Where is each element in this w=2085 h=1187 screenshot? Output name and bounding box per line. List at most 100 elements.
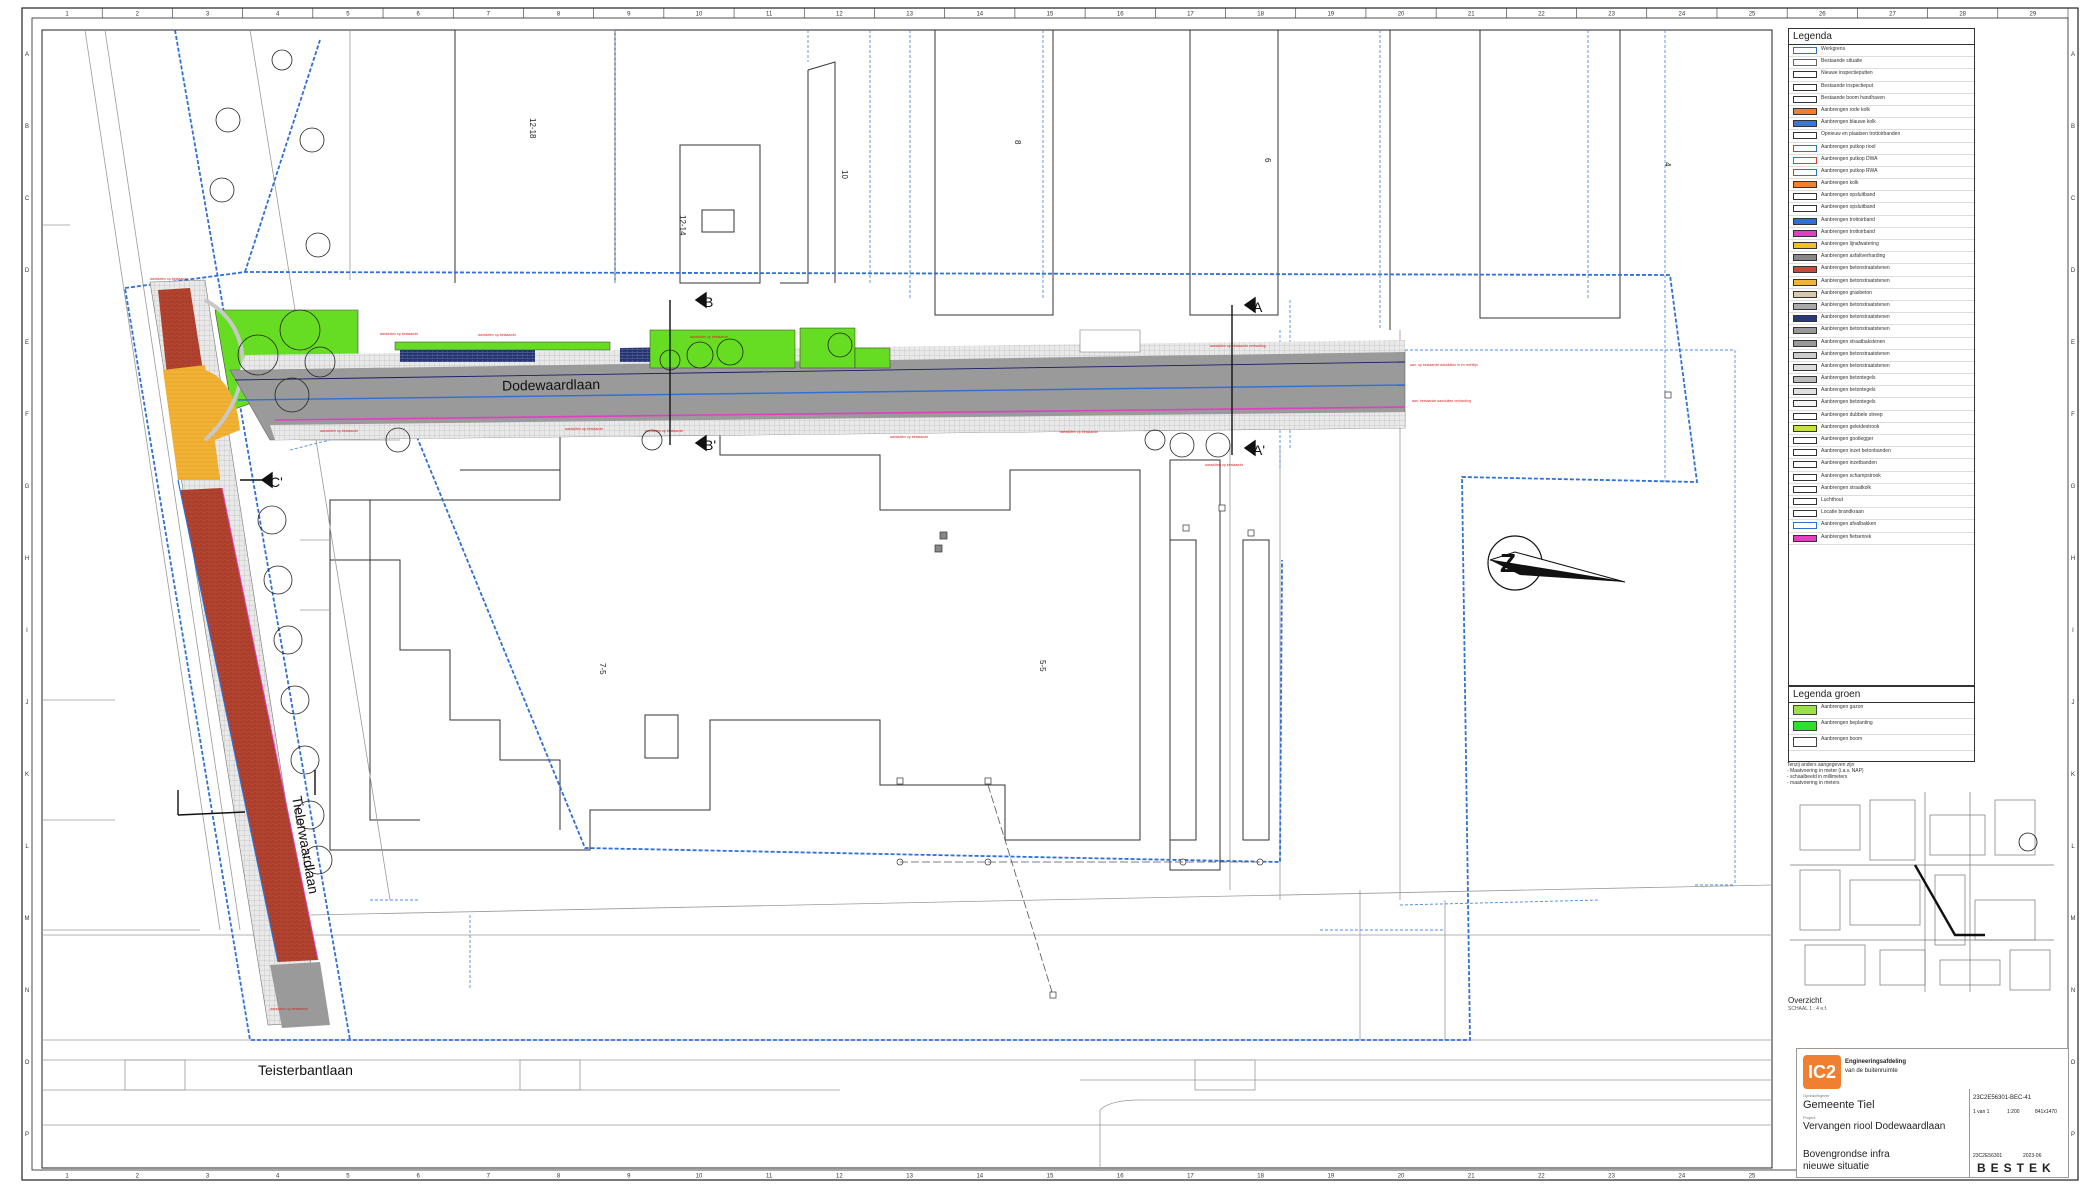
ruler-top-label: 8: [557, 1174, 561, 1180]
ruler-side-label: I: [26, 628, 28, 634]
legend-swatch: [1793, 437, 1817, 444]
svg-text:aansluiten op bestaande: aansluiten op bestaande: [690, 335, 728, 339]
legend-item-label: Aanbrengen opsluitband: [1821, 192, 1876, 199]
drawing-number: 23C2E56301-BEC-41: [1973, 1095, 2032, 1101]
legend-swatch: [1793, 327, 1817, 335]
legend-item: Opnieuw en plaatsen trottoirbanden: [1789, 130, 1974, 143]
legend-swatch: [1793, 156, 1817, 164]
ruler-top-label: 3: [206, 1174, 210, 1180]
legend-swatch: [1793, 266, 1817, 274]
street-teisterbantlaan: Teisterbantlaan: [258, 1062, 353, 1078]
svg-text:aansluiten op bestaande: aansluiten op bestaande: [1060, 430, 1098, 434]
ruler-top-label: 22: [1538, 12, 1545, 18]
legend-item-label: Aanbrengen straatbakstenen: [1821, 338, 1886, 345]
svg-text:aansluiten op bestaande: aansluiten op bestaande: [890, 435, 928, 439]
ruler-side-label: M: [2071, 916, 2076, 922]
ruler-top-label: 4: [276, 12, 280, 18]
building-number: 7-5: [598, 663, 607, 675]
legend-item-label: Aanbrengen betonstraatstenen: [1821, 314, 1890, 321]
ruler-side-label: P: [25, 1132, 29, 1138]
ruler-side-label: H: [25, 556, 29, 562]
legend-item: Aanbrengen inzetbanden: [1789, 459, 1974, 472]
ruler-top-label: 23: [1608, 1174, 1615, 1180]
ruler-side-label: K: [2071, 772, 2075, 778]
ruler-side-label: K: [25, 772, 29, 778]
legend-item: Bestaande boom handhaven: [1789, 94, 1974, 106]
legend-item-label: Locatie brandkraan: [1821, 509, 1864, 516]
legend-item: Aanbrengen opsluitband: [1789, 191, 1974, 204]
legend-item: Aanbrengen blauwe kolk: [1789, 118, 1974, 131]
legend-swatch: [1793, 376, 1817, 384]
ruler-top-label: 22: [1538, 1174, 1545, 1180]
legend-swatch: [1793, 302, 1817, 310]
ruler-top-label: 24: [1679, 1174, 1686, 1180]
legend-item-label: Werkgrens: [1821, 46, 1846, 52]
ruler-top-label: 29: [2030, 12, 2037, 18]
ruler-side-label: J: [26, 700, 29, 706]
legend-item: Aanbrengen trottoirband: [1789, 228, 1974, 240]
legend-title: Legenda: [1789, 29, 1974, 45]
legend-swatch: [1793, 193, 1817, 201]
legend-item-label: Aanbrengen grasbeton: [1821, 289, 1872, 296]
ruler-top-label: 5: [346, 1174, 350, 1180]
legend-item: Luchthout: [1789, 496, 1974, 509]
svg-text:aansluiten op bestaande: aansluiten op bestaande: [478, 333, 516, 337]
ruler-side-label: L: [25, 844, 29, 850]
ruler-top-label: 11: [766, 12, 773, 18]
legend-swatch: [1793, 497, 1817, 505]
ruler-top-label: 2: [136, 12, 140, 18]
legend-item: Aanbrengen betonstraatstenen: [1789, 313, 1974, 326]
ruler-top-label: 16: [1117, 1174, 1124, 1180]
ruler-top-label: 12: [836, 12, 843, 18]
legend-item-label: Bestaande situatie: [1821, 58, 1863, 65]
legend-swatch: [1793, 83, 1817, 91]
ruler-top-label: 18: [1257, 12, 1264, 18]
legend-item-label: Aanbrengen betonstraatstenen: [1821, 301, 1890, 308]
legend-item-label: Aanbrengen opsluitband: [1821, 204, 1876, 211]
ruler-top-label: 15: [1047, 12, 1054, 18]
legend-swatch: [1793, 59, 1817, 67]
legend-item: Aanbrengen betonstraatstenen: [1789, 264, 1974, 277]
ruler-top-label: 25: [1749, 12, 1756, 18]
ruler-side-label: L: [2071, 844, 2075, 850]
legend-item-label: Bestaande boom handhaven: [1821, 94, 1885, 101]
legend-groen-item: Aanbrengen gazon: [1789, 703, 1974, 719]
legend-item-label: Aanbrengen inzetbanden: [1821, 460, 1877, 467]
ruler-side-label: C: [2071, 196, 2076, 202]
legend-item: Aanbrengen betonstraatstenen: [1789, 277, 1974, 289]
section-label-a: A: [1253, 299, 1263, 315]
legend-item: Aanbrengen asfaltverharding: [1789, 252, 1974, 265]
legend-swatch: [1793, 71, 1817, 79]
legend-swatch: [1793, 400, 1817, 408]
legend-item-label: Aanbrengen dubbele streep: [1821, 411, 1883, 418]
ruler-top-label: 1: [65, 1174, 69, 1180]
legend-item: Aanbrengen putkop riool: [1789, 143, 1974, 155]
legend-item-label: Aanbrengen kolk: [1821, 180, 1859, 187]
legend-item-label: Aanbrengen gazon: [1821, 704, 1864, 710]
legend-swatch: [1793, 181, 1817, 189]
ruler-side-label: I: [2072, 628, 2074, 634]
svg-text:aansluiten op bestaande: aansluiten op bestaande: [645, 429, 683, 433]
ruler-side-label: E: [2071, 340, 2075, 346]
legend-groen-item: Aanbrengen boom: [1789, 735, 1974, 751]
legend-item-label: Aanbrengen putkop riool: [1821, 143, 1876, 150]
section-label-b: B: [704, 294, 713, 310]
ruler-top-label: 14: [976, 1174, 983, 1180]
legend-item: Aanbrengen geleidestrook: [1789, 423, 1974, 435]
legend-item-label: Aanbrengen schampstrook: [1821, 472, 1881, 479]
legend-item-label: Aanbrengen inzet betonbanden: [1821, 448, 1891, 455]
ruler-top-label: 26: [1819, 12, 1826, 18]
legend-swatch: [1793, 132, 1817, 140]
legend-swatch: [1793, 107, 1817, 115]
company-logo: IC2: [1803, 1055, 1841, 1089]
legend-item-label: Nieuwe inspectieputten: [1821, 70, 1873, 77]
legend-item: Aanbrengen grasbeton: [1789, 289, 1974, 301]
legend-item: Aanbrengen betonstraatstenen: [1789, 350, 1974, 362]
building-number: 4: [1663, 162, 1672, 167]
legend-swatch: [1793, 205, 1817, 213]
legend-item: Aanbrengen straatbakstenen: [1789, 338, 1974, 350]
ruler-side-label: C: [25, 196, 30, 202]
legend-item: Nieuwe inspectieputten: [1789, 69, 1974, 82]
building-number: 10: [840, 170, 849, 179]
project-label: Project: [1803, 1115, 1816, 1120]
